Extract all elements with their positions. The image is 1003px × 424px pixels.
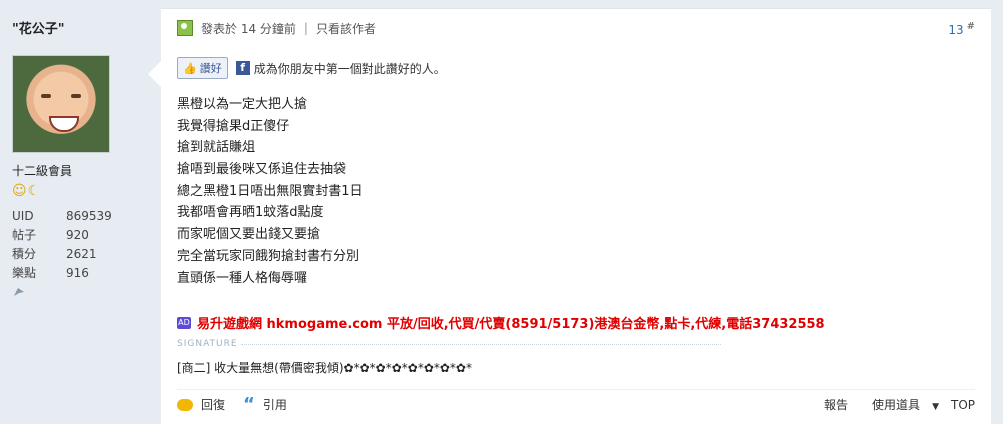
facebook-icon: f xyxy=(235,61,250,75)
reply-button[interactable]: 回復 xyxy=(177,396,225,413)
like-button-label: 讚好 xyxy=(199,62,222,75)
thumbs-up-icon: 👍 xyxy=(183,61,197,75)
avatar-eye xyxy=(71,94,81,98)
signature-text: [商二] 收大量無想(帶價密我傾)✿*✿*✿*✿*✿*✿*✿*✿* xyxy=(177,361,472,375)
ad-link[interactable]: 易升遊戲網 hkmogame.com 平放/回收,代買/代賣(8591/5173… xyxy=(197,313,825,332)
user-panel: "花公子" 十二級會員 ☺☾ UID 869539 帖子 920 積分 2621 樂點… xyxy=(0,0,160,423)
stat-value: 916 xyxy=(66,266,89,280)
username[interactable]: "花公子" xyxy=(12,18,65,37)
chevron-down-icon: ▼ xyxy=(932,402,939,412)
avatar[interactable] xyxy=(12,55,110,153)
user-stats: UID 869539 帖子 920 積分 2621 樂點 916 xyxy=(12,207,152,283)
tools-label: 使用道具 xyxy=(872,398,921,412)
post-line: 搶唔到最後咪又係追住去抽袋 xyxy=(177,162,347,178)
footer-right: 報告 使用道具 ▼ TOP xyxy=(812,396,975,413)
stat-label: 積分 xyxy=(12,247,37,261)
stat-label: 樂點 xyxy=(12,266,37,280)
post-content: 黑橙以為一定大把人搶 我覺得搶果d正傻仔 搶到就話賺俎 搶唔到最後咪又係追住去抽… xyxy=(177,94,363,289)
footer-actions: 回復 “ 引用 xyxy=(177,393,305,415)
signature-label: SIGNATURE xyxy=(177,339,238,349)
tools-menu[interactable]: 使用道具 ▼ xyxy=(860,396,939,413)
ad-banner[interactable]: AD 易升遊戲網 hkmogame.com 平放/回收,代買/代賣(8591/5… xyxy=(177,313,825,332)
report-link[interactable]: 報告 xyxy=(824,396,848,413)
avatar-eye xyxy=(41,94,51,98)
stat-value: 869539 xyxy=(66,209,112,223)
post-line: 而家呢個又要出錢又要搶 xyxy=(177,227,321,243)
card-pointer xyxy=(148,60,162,88)
like-count-text: 成為你朋友中第一個對此讚好的人。 xyxy=(253,61,446,76)
stat-value: 2621 xyxy=(66,247,97,261)
online-status-icon xyxy=(177,20,193,36)
post-header: 發表於 14 分鐘前 | 只看該作者 xyxy=(177,19,376,37)
signature-divider xyxy=(241,344,721,345)
stat-row: UID 869539 xyxy=(12,207,152,226)
post-line: 我都唔會再晒1蚊落d點度 xyxy=(177,205,324,221)
stat-value: 920 xyxy=(66,228,89,242)
like-bar: 👍 讚好 f 成為你朋友中第一個對此讚好的人。 xyxy=(177,57,446,79)
post-line: 直頭係一種人格侮辱囉 xyxy=(177,270,308,286)
author-only-link[interactable]: 只看該作者 xyxy=(316,20,376,37)
post-line: 黑橙以為一定大把人搶 xyxy=(177,97,308,112)
page-edge xyxy=(991,0,1003,423)
reply-icon xyxy=(177,398,193,411)
separator: | xyxy=(303,21,308,35)
stat-row: 帖子 920 xyxy=(12,226,152,245)
post-line: 完全當玩家同餓狗搶封書冇分別 xyxy=(177,248,360,264)
floor-mark: # xyxy=(966,21,975,32)
medal-icons: ☺☾ xyxy=(12,183,42,199)
avatar-mouth xyxy=(49,116,79,132)
post-time: 發表於 14 分鐘前 xyxy=(201,21,296,36)
quote-icon: “ xyxy=(243,393,255,415)
floor-number[interactable]: 13 # xyxy=(948,21,975,37)
top-link[interactable]: TOP xyxy=(951,398,975,412)
post-line: 我覺得搶果d正傻仔 xyxy=(177,118,290,134)
like-button[interactable]: 👍 讚好 xyxy=(177,57,228,79)
user-rank: 十二級會員 xyxy=(12,164,73,178)
ad-icon: AD xyxy=(177,316,191,329)
post-card: 發表於 14 分鐘前 | 只看該作者 13 # 👍 讚好 f 成為你朋友中第一個對… xyxy=(161,8,991,424)
quote-label: 引用 xyxy=(262,398,287,412)
stat-row: 樂點 916 xyxy=(12,264,152,283)
floor-value[interactable]: 13 xyxy=(948,23,963,37)
post-footer: 回復 “ 引用 報告 使用道具 ▼ TOP xyxy=(177,389,975,420)
stat-row: 積分 2621 xyxy=(12,245,152,264)
stat-label: 帖子 xyxy=(12,228,37,242)
send-message-icon[interactable] xyxy=(13,286,25,301)
post-line: 搶到就話賺俎 xyxy=(177,140,256,156)
reply-label: 回復 xyxy=(201,398,226,412)
quote-button[interactable]: “ 引用 xyxy=(243,393,287,415)
stat-label: UID xyxy=(12,209,34,223)
post-line: 總之黑橙1日唔出無限實封書1日 xyxy=(177,183,363,199)
